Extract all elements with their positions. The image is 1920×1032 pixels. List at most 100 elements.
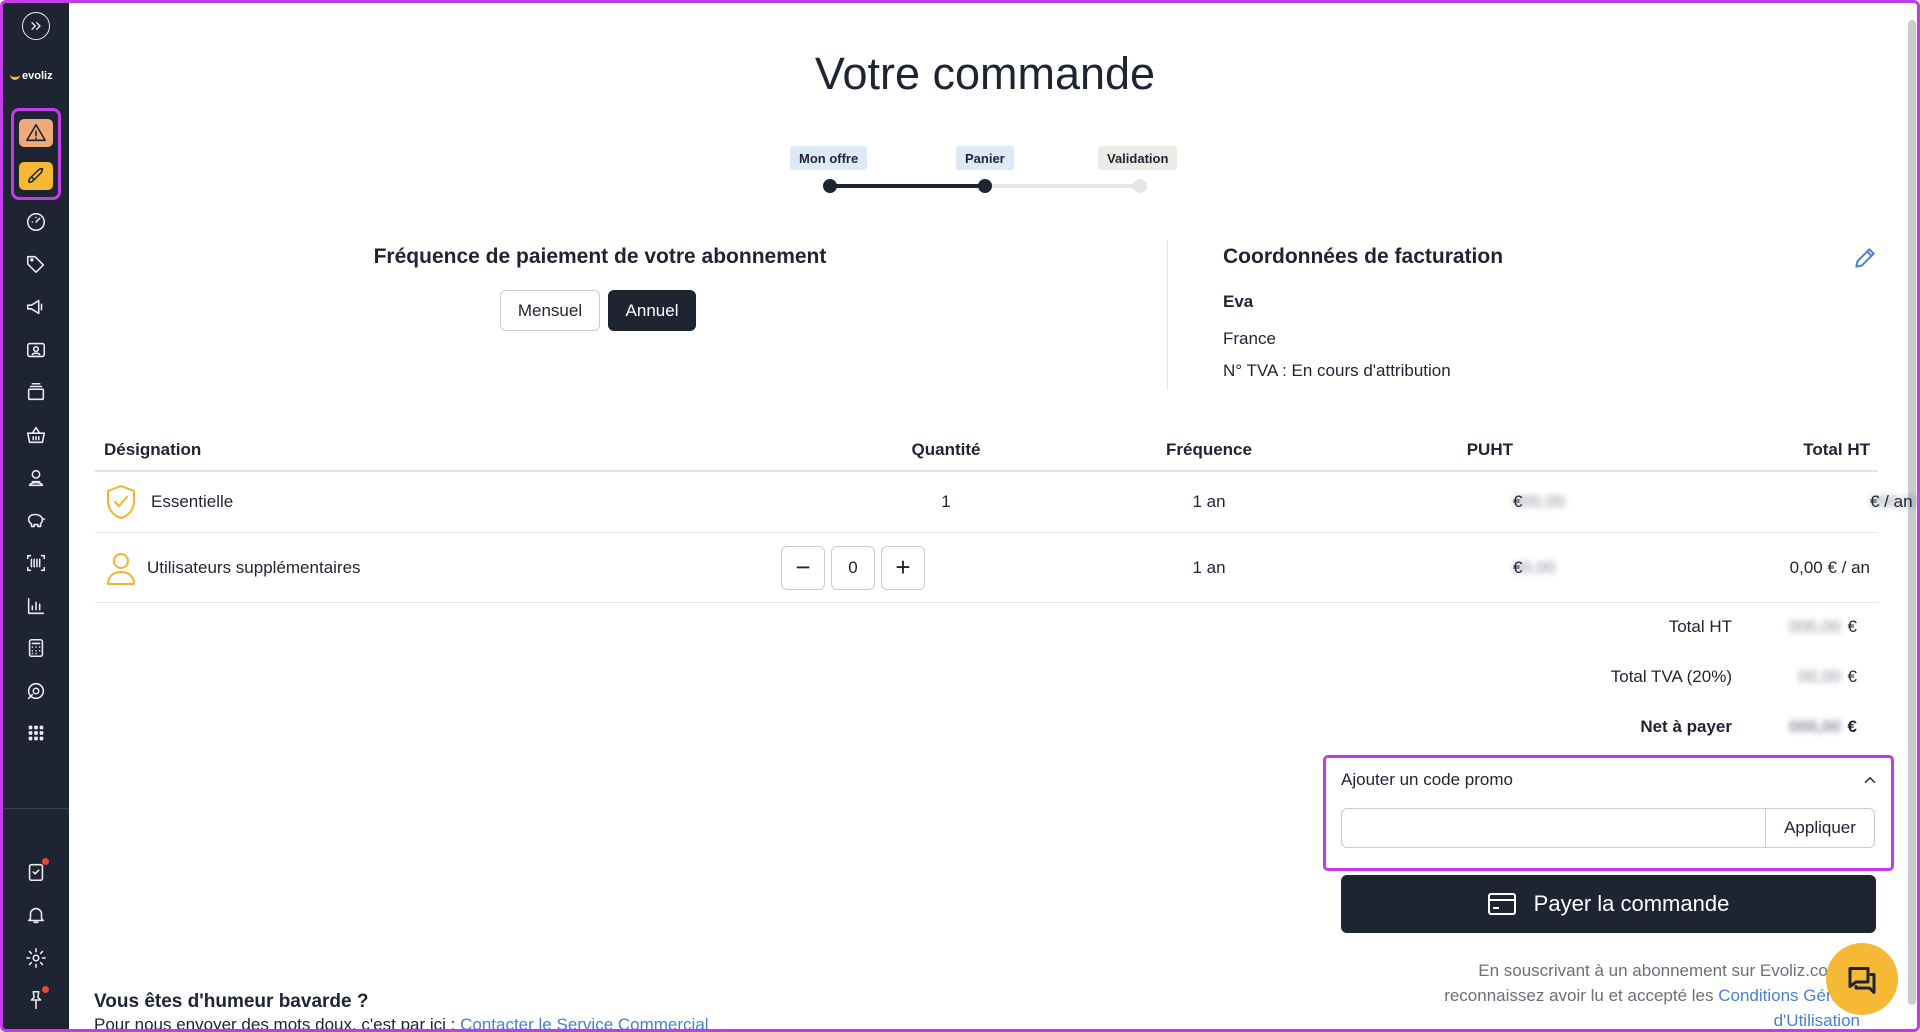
row-designation: Utilisateurs supplémentaires: [147, 557, 361, 577]
tag-icon[interactable]: [21, 249, 51, 279]
chat-text-body: Pour nous envoyer des mots doux, c'est p…: [94, 1015, 461, 1032]
contact-sales-link[interactable]: Contacter le Service Commercial: [460, 1015, 708, 1032]
frequency-title: Fréquence de paiement de votre abonnemen…: [373, 245, 827, 268]
blurred-amount: 000,00: [1788, 617, 1841, 636]
cgu-link-continued[interactable]: d'Utilisation: [1774, 1011, 1860, 1030]
billing-title: Coordonnées de facturation: [1223, 245, 1504, 268]
user-outline-icon: [104, 549, 138, 587]
step-panier[interactable]: Panier: [956, 146, 1014, 170]
step-dot-3: [1133, 179, 1147, 193]
row-quantity: 1: [941, 492, 951, 511]
step-validation: Validation: [1098, 146, 1178, 170]
chat-title: Vous êtes d'humeur bavarde ?: [94, 991, 369, 1012]
header-designation: Désignation: [104, 440, 202, 459]
chat-text: Pour nous envoyer des mots doux, c'est p…: [94, 1015, 709, 1032]
legal-line-2: reconnaissez avoir lu et accepté les Con…: [1330, 983, 1860, 1008]
alert-icon[interactable]: [18, 119, 53, 147]
pin-icon[interactable]: [21, 985, 51, 1015]
promo-header[interactable]: Ajouter un code promo: [1341, 770, 1513, 790]
bell-icon[interactable]: [21, 900, 51, 930]
stepper-progress: [830, 184, 985, 188]
user-icon[interactable]: [21, 463, 51, 493]
expand-sidebar-icon[interactable]: [21, 12, 50, 40]
page-title: Votre commande: [814, 48, 1156, 99]
promo-code-input[interactable]: [1341, 808, 1765, 848]
sidebar-separator: [2, 808, 69, 809]
archive-icon[interactable]: [21, 377, 51, 407]
quantity-field[interactable]: 0: [831, 545, 875, 590]
legal-line-3: d'Utilisation: [1330, 1008, 1860, 1032]
blurred-amount: 00,00: [1798, 667, 1841, 686]
notification-dot: [41, 858, 49, 865]
promo-section: Ajouter un code promo Appliquer: [1331, 760, 1887, 865]
contacts-icon[interactable]: [21, 335, 51, 365]
pay-order-button[interactable]: Payer la commande: [1341, 875, 1876, 933]
chat-launcher[interactable]: [1826, 943, 1898, 1015]
step-mon-offre[interactable]: Mon offre: [790, 146, 868, 170]
currency-suffix: €: [1847, 717, 1857, 736]
chat-icon: [1848, 967, 1876, 994]
row-frequency: 1 an: [1192, 557, 1226, 577]
billing-tva: N° TVA : En cours d'attribution: [1223, 361, 1451, 380]
credit-card-icon: [1487, 893, 1516, 915]
tasks-icon[interactable]: [21, 857, 51, 887]
pay-label: Payer la commande: [1533, 891, 1730, 916]
step-dot-2: [978, 179, 992, 193]
net-value: 000,00 €: [1789, 717, 1857, 737]
basket-icon[interactable]: [21, 420, 51, 450]
table-header: Désignation Quantité Fréquence PUHT Tota…: [95, 430, 1878, 472]
chevron-up-icon[interactable]: [1861, 771, 1881, 791]
blurred-amount: 000,00: [1788, 717, 1841, 736]
billing-country: France: [1223, 329, 1276, 348]
frequency-toggle: Mensuel Annuel: [500, 290, 696, 331]
chart-icon[interactable]: [21, 591, 51, 621]
currency-suffix: € / an: [1870, 492, 1913, 511]
header-frequency: Fréquence: [1166, 440, 1252, 459]
order-table: Désignation Quantité Fréquence PUHT Tota…: [95, 430, 1920, 603]
table-row: Utilisateurs supplémentaires − 0 + 1 an …: [95, 533, 1878, 603]
rocket-icon[interactable]: [18, 162, 53, 190]
apps-icon[interactable]: [21, 718, 51, 748]
total-ht-value: 000,00 €: [1789, 617, 1857, 637]
annuel-button[interactable]: Annuel: [608, 290, 696, 331]
calculator-icon[interactable]: [21, 633, 51, 663]
total-tva-label: Total TVA (20%): [1610, 667, 1732, 686]
megaphone-icon[interactable]: [21, 292, 51, 322]
net-label: Net à payer: [1640, 717, 1732, 736]
support-icon[interactable]: [21, 676, 51, 706]
currency-suffix: €: [1513, 557, 1523, 577]
billing-name: Eva: [1223, 292, 1254, 311]
order-stepper: Mon offre Panier Validation: [790, 146, 1178, 196]
sidebar: evoliz: [2, 2, 69, 1030]
total-tva-row: Total TVA (20%) 00,00 €: [1320, 667, 1860, 691]
legal-line-1: En souscrivant à un abonnement sur Evoli…: [1478, 961, 1860, 980]
section-divider: [1167, 240, 1168, 390]
edit-pencil-icon[interactable]: [1852, 245, 1878, 271]
row-frequency: 1 an: [1192, 492, 1226, 511]
total-ht-label: Total HT: [1668, 617, 1732, 636]
dashboard-icon[interactable]: [21, 207, 51, 237]
currency-suffix: €: [1513, 492, 1523, 511]
piggy-bank-icon[interactable]: [21, 505, 51, 535]
header-puht: PUHT: [1466, 440, 1513, 459]
legal-notice: En souscrivant à un abonnement sur Evoli…: [1330, 958, 1860, 1032]
increment-button[interactable]: +: [881, 545, 925, 590]
mensuel-button[interactable]: Mensuel: [500, 290, 600, 331]
legal-text: reconnaissez avoir lu et accepté les: [1444, 986, 1719, 1005]
settings-icon[interactable]: [21, 943, 51, 973]
row-total: 0,00 € / an: [1789, 557, 1870, 577]
apply-promo-button[interactable]: Appliquer: [1765, 808, 1875, 848]
step-dot-1: [823, 179, 837, 193]
total-ht-row: Total HT 000,00 €: [1320, 617, 1860, 641]
shield-check-icon: [104, 483, 138, 521]
decrement-button[interactable]: −: [781, 545, 825, 590]
table-row: Essentielle 1 1 an 000,00 € 000,00 € / an: [95, 472, 1920, 533]
quantity-stepper: − 0 +: [781, 545, 925, 590]
scrollbar[interactable]: [1908, 20, 1916, 1005]
row-designation: Essentielle: [151, 492, 234, 511]
header-total: Total HT: [1803, 440, 1870, 459]
barcode-icon[interactable]: [21, 548, 51, 578]
notification-dot: [41, 986, 49, 993]
total-tva-value: 00,00 €: [1798, 667, 1857, 687]
net-row: Net à payer 000,00 €: [1320, 717, 1860, 741]
